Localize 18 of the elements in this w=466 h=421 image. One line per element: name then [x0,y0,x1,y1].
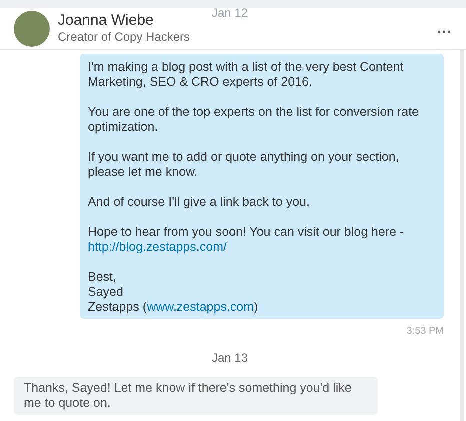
message-text: And of course I'll give a link back to you. [88,195,311,210]
contact-headline: Creator of Copy Hackers [58,30,190,45]
contact-name: Joanna Wiebe [58,12,155,30]
message-text: Best, [88,270,118,285]
link[interactable]: http://blog.zestapps.com/ [88,240,227,254]
message-time: 3:53 PM [406,325,444,339]
message-text: If you want me to add or quote anything on your section, please let me know. [88,150,400,180]
message-text: Hope to hear from you soon! You can visit our blog here - http://blog.zestapps.com/ [88,225,406,255]
date-divider: Jan 12 [212,5,248,22]
message-text: Zestapps (www.zestapps.com) [88,300,260,315]
message-text: You are one of the top experts on the list for conversion rate optimization. [88,105,420,135]
link[interactable]: www.zestapps.com [147,300,254,314]
more-options-button[interactable]: ... [437,18,452,39]
date-divider: Jan 13 [212,350,248,367]
message-text: I'm making a blog post with a list of the very best Content Marketing, SEO & CRO experts of 2016. [88,60,405,90]
avatar [14,10,50,46]
message-text: Sayed [88,285,124,300]
message-text: Thanks, Sayed! Let me know if there's something you'd like me to quote on. [24,381,353,411]
